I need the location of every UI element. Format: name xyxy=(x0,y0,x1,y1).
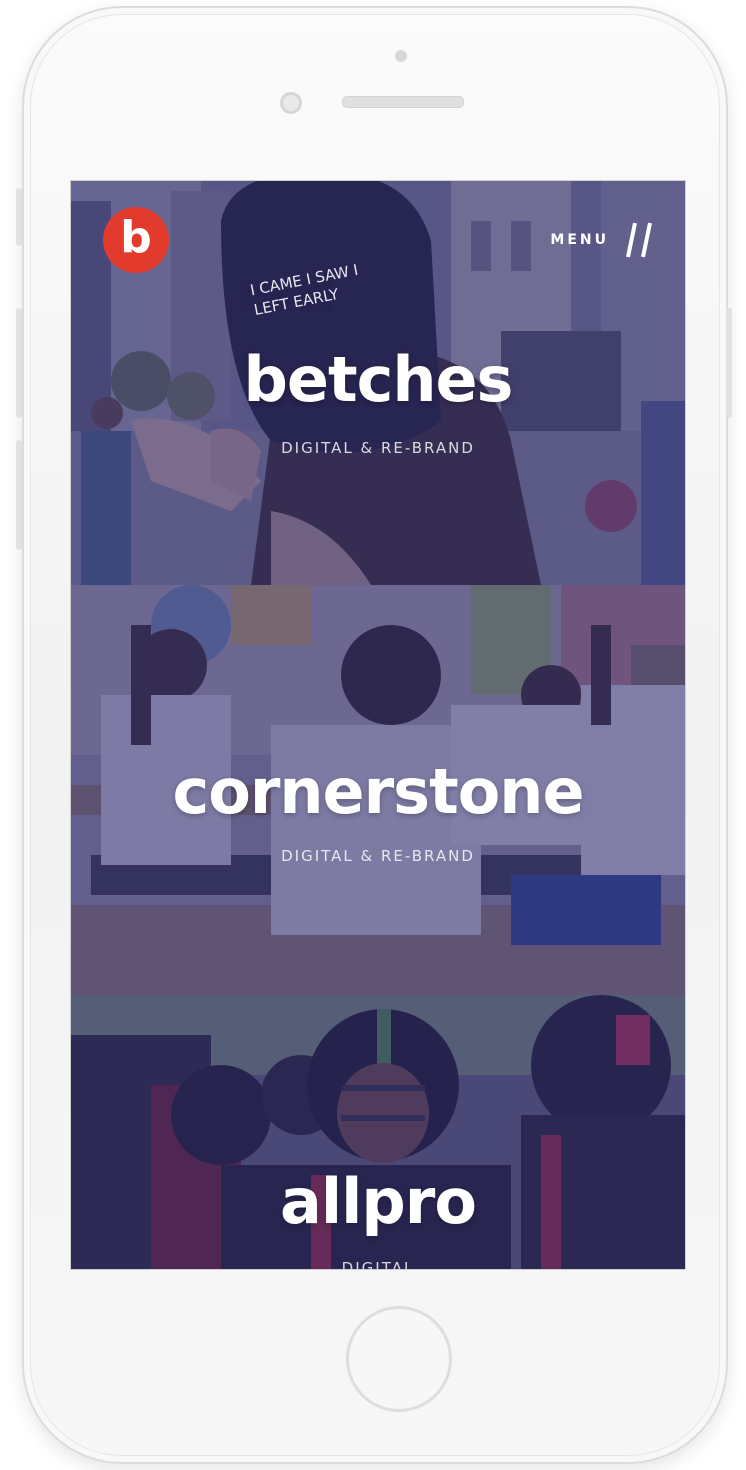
project-title: betches xyxy=(243,343,514,416)
brand-logo[interactable]: b xyxy=(103,207,169,273)
project-title: cornerstone xyxy=(172,755,584,828)
double-slash-icon xyxy=(626,222,652,258)
phone-screen: b MENU I CAME I SAW I LEFT EARLY betches… xyxy=(70,180,686,1270)
logo-letter: b xyxy=(120,212,152,263)
project-title: allpro xyxy=(280,1165,477,1238)
front-camera xyxy=(280,92,302,114)
home-button[interactable] xyxy=(346,1306,452,1412)
sensor xyxy=(395,50,407,62)
mute-switch xyxy=(16,188,22,246)
project-card-allpro[interactable]: allpro DIGITAL xyxy=(71,995,685,1269)
project-subtitle: DIGITAL xyxy=(341,1259,415,1269)
power-button xyxy=(726,308,732,418)
project-card-cornerstone[interactable]: cornerstone DIGITAL & RE-BRAND xyxy=(71,585,685,995)
earpiece-speaker xyxy=(342,96,464,108)
menu-label: MENU xyxy=(550,232,609,248)
project-subtitle: DIGITAL & RE-BRAND xyxy=(281,439,475,457)
volume-up-button xyxy=(16,308,22,418)
volume-down-button xyxy=(16,440,22,550)
project-subtitle: DIGITAL & RE-BRAND xyxy=(281,847,475,865)
menu-button[interactable]: MENU xyxy=(550,221,653,259)
